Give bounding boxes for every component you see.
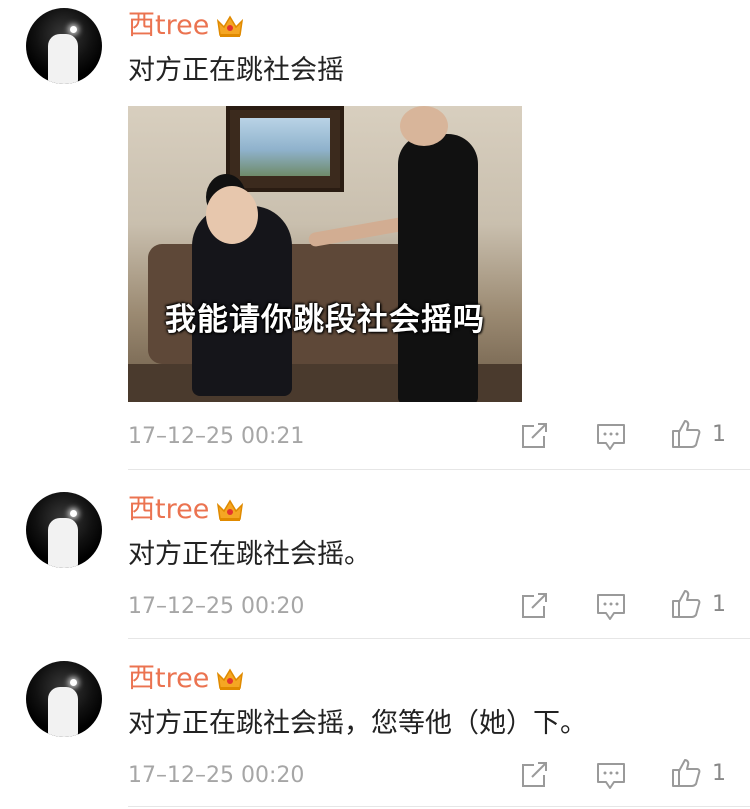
username[interactable]: 西tree (128, 663, 209, 695)
standing-person (398, 134, 478, 402)
avatar[interactable] (26, 8, 102, 84)
timestamp: 17–12–25 00:20 (128, 763, 305, 788)
like-button[interactable]: 1 (670, 757, 726, 789)
share-button[interactable] (520, 761, 550, 789)
username[interactable]: 西tree (128, 10, 209, 42)
comment-item: 西tree 对方正在跳社会摇，您等他（她）下。 17–12–25 00:20 1 (0, 639, 750, 809)
crown-icon (217, 15, 244, 37)
like-icon (672, 590, 701, 618)
comment-item: 西tree 对方正在跳社会摇。 17–12–25 00:20 1 (0, 470, 750, 639)
share-icon (522, 593, 547, 618)
like-count: 1 (712, 591, 726, 617)
like-button[interactable]: 1 (670, 588, 726, 620)
avatar[interactable] (26, 492, 102, 568)
comment-text: 对方正在跳社会摇，您等他（她）下。 (128, 708, 587, 739)
like-count: 1 (712, 421, 726, 447)
crown-icon (217, 499, 244, 521)
comment-feed: 西tree 对方正在跳社会摇 我能请你跳段社会摇吗 17–12–25 00:21 (0, 0, 750, 809)
share-icon (522, 762, 547, 787)
comment-icon (597, 594, 625, 620)
comment-image[interactable]: 我能请你跳段社会摇吗 (128, 106, 522, 402)
sitting-person-head (206, 186, 258, 244)
like-count: 1 (712, 760, 726, 786)
like-icon (672, 759, 701, 787)
like-icon (672, 420, 701, 448)
standing-person-head (400, 106, 448, 146)
crown-icon (217, 668, 244, 690)
comment-button[interactable] (596, 761, 626, 791)
comment-icon (597, 763, 625, 789)
comment-button[interactable] (596, 422, 626, 452)
comment-button[interactable] (596, 592, 626, 622)
image-caption: 我能请你跳段社会摇吗 (165, 302, 485, 338)
avatar[interactable] (26, 661, 102, 737)
comment-text: 对方正在跳社会摇 (128, 55, 344, 86)
divider (128, 806, 750, 807)
share-icon (522, 423, 547, 448)
comment-text: 对方正在跳社会摇。 (128, 539, 371, 570)
username[interactable]: 西tree (128, 494, 209, 526)
timestamp: 17–12–25 00:21 (128, 424, 305, 449)
share-button[interactable] (520, 592, 550, 620)
comment-icon (597, 424, 625, 450)
share-button[interactable] (520, 422, 550, 450)
like-button[interactable]: 1 (670, 418, 726, 450)
comment-item: 西tree 对方正在跳社会摇 我能请你跳段社会摇吗 17–12–25 00:21 (0, 0, 750, 470)
painting (226, 106, 344, 192)
timestamp: 17–12–25 00:20 (128, 594, 305, 619)
